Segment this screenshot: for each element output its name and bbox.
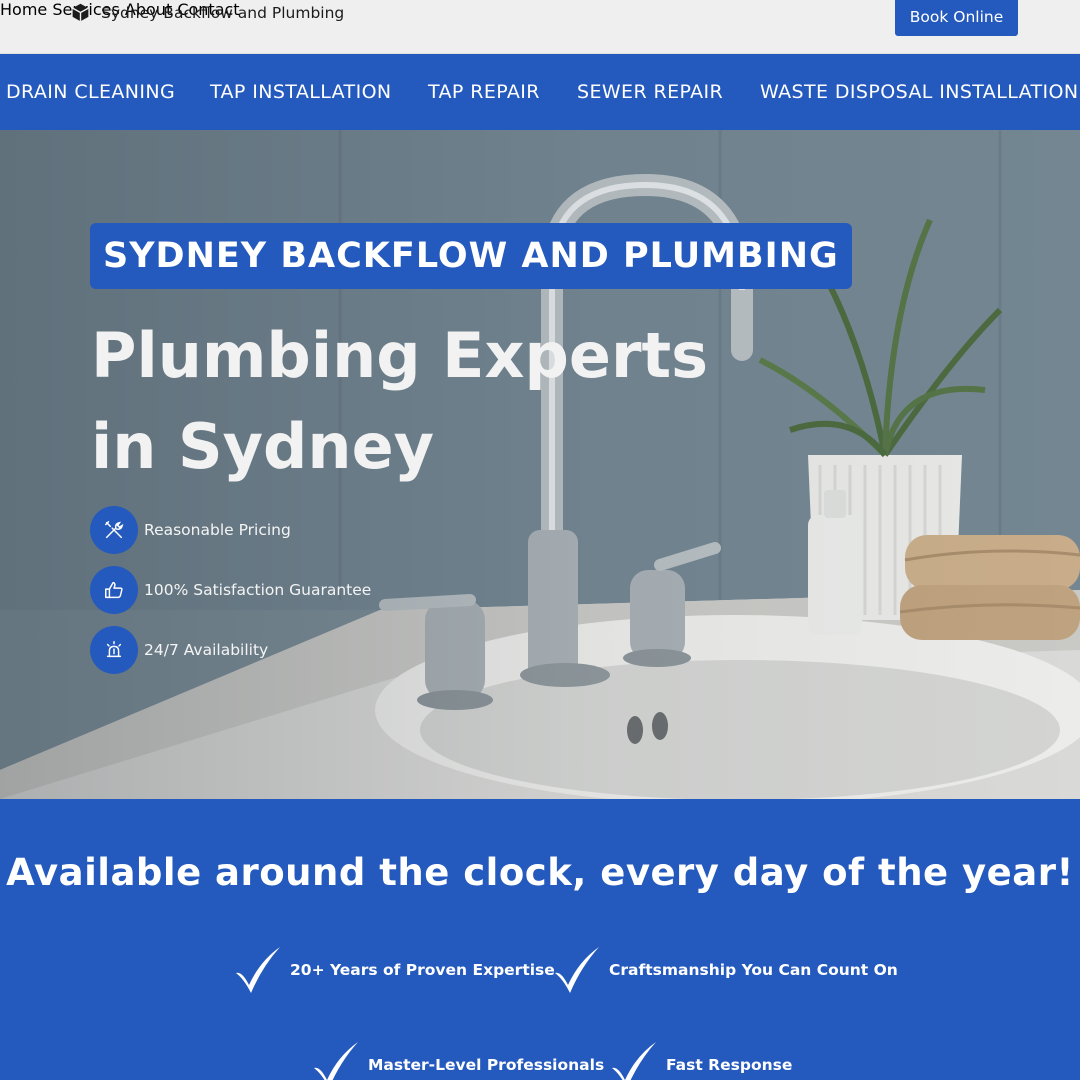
feature-availability: 24/7 Availability: [90, 626, 268, 674]
hero-badge: SYDNEY BACKFLOW AND PLUMBING: [90, 223, 852, 289]
feature-reasonable-pricing: Reasonable Pricing: [90, 506, 291, 554]
point-fast-response: Fast Response: [608, 1040, 792, 1080]
feature-label: 24/7 Availability: [144, 641, 269, 659]
point-label: Master-Level Professionals: [368, 1056, 605, 1074]
point-years-expertise: 20+ Years of Proven Expertise: [232, 945, 555, 995]
service-drain-cleaning[interactable]: DRAIN CLEANING: [6, 81, 175, 103]
cube-icon: [72, 3, 89, 22]
services-strip: DRAIN CLEANING TAP INSTALLATION TAP REPA…: [0, 54, 1080, 130]
checkmark-icon: [314, 1042, 358, 1080]
service-tap-installation[interactable]: TAP INSTALLATION: [210, 81, 392, 103]
hero-badge-text: SYDNEY BACKFLOW AND PLUMBING: [103, 236, 839, 276]
siren-icon: [90, 626, 138, 674]
tools-icon: [90, 506, 138, 554]
thumbs-up-icon: [90, 566, 138, 614]
brand[interactable]: Sydney Backflow and Plumbing: [70, 2, 344, 23]
hero-title: Plumbing Experts in Sydney: [91, 310, 731, 492]
feature-label: Reasonable Pricing: [144, 521, 291, 539]
service-waste-disposal-installation[interactable]: WASTE DISPOSAL INSTALLATION: [760, 81, 1079, 103]
checkmark-icon: [555, 947, 599, 993]
hero-title-line-2: in Sydney: [91, 410, 435, 483]
checkmark-icon: [612, 1042, 656, 1080]
hero-title-line-1: Plumbing Experts: [91, 319, 709, 392]
feature-satisfaction-guarantee: 100% Satisfaction Guarantee: [90, 566, 371, 614]
point-label: 20+ Years of Proven Expertise: [290, 961, 555, 979]
book-online-button[interactable]: Book Online: [895, 0, 1018, 36]
point-label: Fast Response: [666, 1056, 793, 1074]
checkmark-icon: [236, 947, 280, 993]
feature-label: 100% Satisfaction Guarantee: [144, 581, 372, 599]
hero-section: SYDNEY BACKFLOW AND PLUMBING Plumbing Ex…: [0, 130, 1080, 799]
service-tap-repair[interactable]: TAP REPAIR: [428, 81, 540, 103]
point-master-level: Master-Level Professionals: [310, 1040, 604, 1080]
site-header: Sydney Backflow and Plumbing Home Servic…: [0, 0, 1080, 54]
point-craftsmanship: Craftsmanship You Can Count On: [551, 945, 898, 995]
availability-heading: Available around the clock, every day of…: [6, 851, 1074, 894]
service-sewer-repair[interactable]: SEWER REPAIR: [577, 81, 723, 103]
availability-section: Available around the clock, every day of…: [0, 799, 1080, 1080]
brand-name: Sydney Backflow and Plumbing: [101, 3, 345, 22]
nav-home-link[interactable]: Home: [0, 0, 47, 19]
point-label: Craftsmanship You Can Count On: [609, 961, 898, 979]
